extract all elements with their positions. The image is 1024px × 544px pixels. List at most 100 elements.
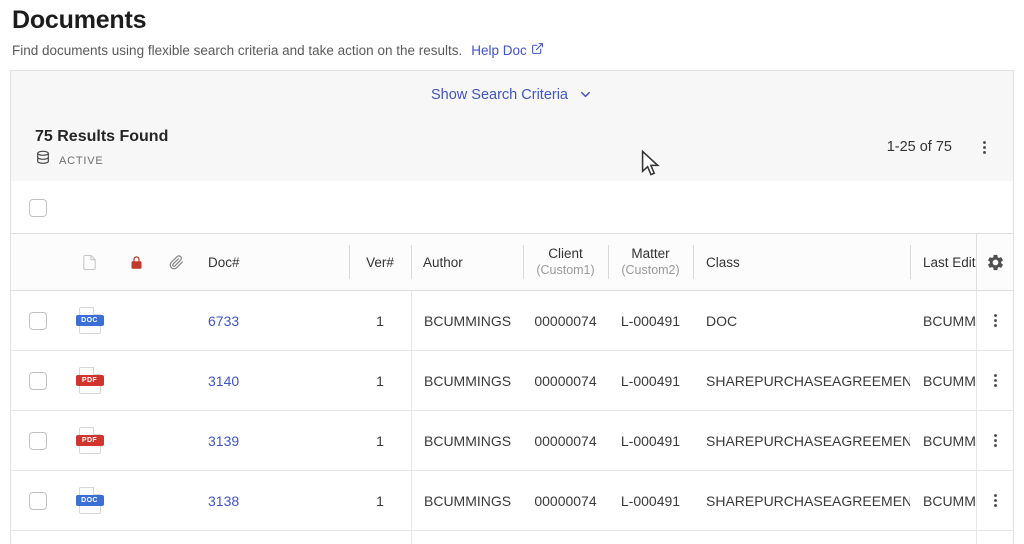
client-value: 00000074 — [534, 433, 596, 449]
page-header: Documents Find documents using flexible … — [12, 6, 544, 58]
paperclip-icon — [156, 234, 196, 290]
doc-file-icon: DOC — [79, 307, 101, 334]
last-edited-value: BCUMM — [923, 493, 976, 509]
column-header-class[interactable]: Class — [693, 234, 910, 290]
results-controls: 1-25 of 75 — [887, 119, 993, 181]
doc-number-link[interactable]: 3139 — [208, 433, 239, 449]
class-value: SHAREPURCHASEAGREEMENT — [706, 493, 910, 509]
select-all-row — [11, 181, 1013, 233]
row-lock-cell — [116, 291, 156, 350]
column-header-doc-number-label: Doc# — [208, 255, 240, 270]
file-type-badge: PDF — [76, 435, 104, 446]
gear-icon — [986, 260, 1005, 275]
client-value: 00000074 — [534, 313, 596, 329]
row-actions-menu[interactable] — [987, 432, 1004, 449]
last-edited-value: BCUMM — [923, 373, 976, 389]
header-checkbox-column — [11, 234, 63, 290]
author-value: BCUMMINGS — [424, 313, 511, 329]
row-attachment-cell — [156, 471, 196, 530]
matter-value: L-000491 — [621, 493, 680, 509]
table-row-partial — [11, 531, 1013, 544]
column-header-client-labels: Client (Custom1) — [536, 246, 594, 279]
version-value: 1 — [376, 433, 384, 449]
kebab-icon — [987, 377, 1004, 392]
show-search-criteria-label: Show Search Criteria — [431, 87, 568, 103]
file-type-badge: DOC — [76, 495, 104, 506]
row-checkbox[interactable] — [29, 312, 47, 330]
row-actions-menu[interactable] — [987, 312, 1004, 329]
version-value: 1 — [376, 313, 384, 329]
chevron-down-icon — [578, 85, 593, 106]
kebab-icon — [987, 317, 1004, 332]
column-settings-button[interactable] — [986, 253, 1005, 272]
row-lock-cell — [116, 471, 156, 530]
select-all-checkbox[interactable] — [29, 199, 47, 217]
file-type-badge: DOC — [76, 315, 104, 326]
show-search-criteria-button[interactable]: Show Search Criteria — [431, 85, 593, 106]
row-actions-menu[interactable] — [987, 492, 1004, 509]
row-checkbox[interactable] — [29, 372, 47, 390]
row-attachment-cell — [156, 411, 196, 470]
table-row: PDF 3139 1 BCUMMINGS 00000074 L-000491 S… — [11, 411, 1013, 471]
results-count: 75 Results Found — [35, 128, 168, 146]
class-value: SHAREPURCHASEAGREEMENT — [706, 373, 910, 389]
results-summary: 75 Results Found ACTIVE — [35, 119, 168, 181]
column-settings — [976, 234, 1013, 290]
client-value: 00000074 — [534, 373, 596, 389]
pdf-file-icon: PDF — [79, 427, 101, 454]
column-header-client-label: Client — [548, 246, 583, 263]
column-header-last-edited[interactable]: Last Edite — [910, 234, 976, 290]
row-lock-cell — [116, 411, 156, 470]
column-header-matter-labels: Matter (Custom2) — [621, 246, 679, 279]
database-label: ACTIVE — [59, 155, 104, 167]
row-checkbox[interactable] — [29, 432, 47, 450]
version-value: 1 — [376, 373, 384, 389]
doc-number-link[interactable]: 6733 — [208, 313, 239, 329]
external-link-icon — [531, 42, 544, 58]
column-header-class-label: Class — [706, 255, 740, 270]
author-value: BCUMMINGS — [424, 373, 511, 389]
column-header-author-label: Author — [423, 255, 463, 270]
class-value: SHAREPURCHASEAGREEMENT — [706, 433, 910, 449]
column-header-matter[interactable]: Matter (Custom2) — [608, 234, 693, 290]
author-value: BCUMMINGS — [424, 493, 511, 509]
last-edited-value: BCUMM — [923, 433, 976, 449]
kebab-icon — [987, 497, 1004, 512]
column-header-doc-number[interactable]: Doc# — [196, 234, 349, 290]
version-value: 1 — [376, 493, 384, 509]
row-checkbox[interactable] — [29, 492, 47, 510]
row-attachment-cell — [156, 291, 196, 350]
column-header-version[interactable]: Ver# — [349, 234, 411, 290]
column-header-author[interactable]: Author — [411, 234, 523, 290]
database-icon — [35, 150, 51, 171]
matter-value: L-000491 — [621, 313, 680, 329]
database-source: ACTIVE — [35, 150, 168, 171]
column-header-matter-label: Matter — [631, 246, 669, 263]
matter-value: L-000491 — [621, 373, 680, 389]
row-attachment-cell — [156, 351, 196, 410]
page-subtitle-text: Find documents using flexible search cri… — [12, 43, 462, 58]
table-row: DOC 6733 1 BCUMMINGS 00000074 L-000491 D… — [11, 291, 1013, 351]
file-type-badge: PDF — [76, 375, 104, 386]
page-subtitle: Find documents using flexible search cri… — [12, 42, 544, 58]
help-doc-link-label: Help Doc — [471, 43, 527, 58]
pdf-file-icon: PDF — [79, 367, 101, 394]
results-panel: Show Search Criteria 75 Results Found AC… — [10, 70, 1014, 544]
help-doc-link[interactable]: Help Doc — [471, 42, 544, 58]
doc-file-icon: DOC — [79, 487, 101, 514]
column-header-client[interactable]: Client (Custom1) — [523, 234, 608, 290]
page-title: Documents — [12, 6, 544, 35]
author-value: BCUMMINGS — [424, 433, 511, 449]
table-row: PDF 3140 1 BCUMMINGS 00000074 L-000491 S… — [11, 351, 1013, 411]
doc-number-link[interactable]: 3138 — [208, 493, 239, 509]
results-header: 75 Results Found ACTIVE 1-25 of 75 — [11, 119, 1013, 181]
column-header-matter-sublabel: (Custom2) — [621, 263, 679, 279]
column-header-version-label: Ver# — [366, 255, 394, 270]
matter-value: L-000491 — [621, 433, 680, 449]
doc-number-link[interactable]: 3140 — [208, 373, 239, 389]
last-edited-value: BCUMM — [923, 313, 976, 329]
row-actions-menu[interactable] — [987, 372, 1004, 389]
results-actions-menu[interactable] — [976, 139, 993, 156]
search-criteria-bar: Show Search Criteria — [11, 71, 1013, 119]
table-header: Doc# Ver# Author Client (Custom1) Matter… — [11, 233, 1013, 291]
